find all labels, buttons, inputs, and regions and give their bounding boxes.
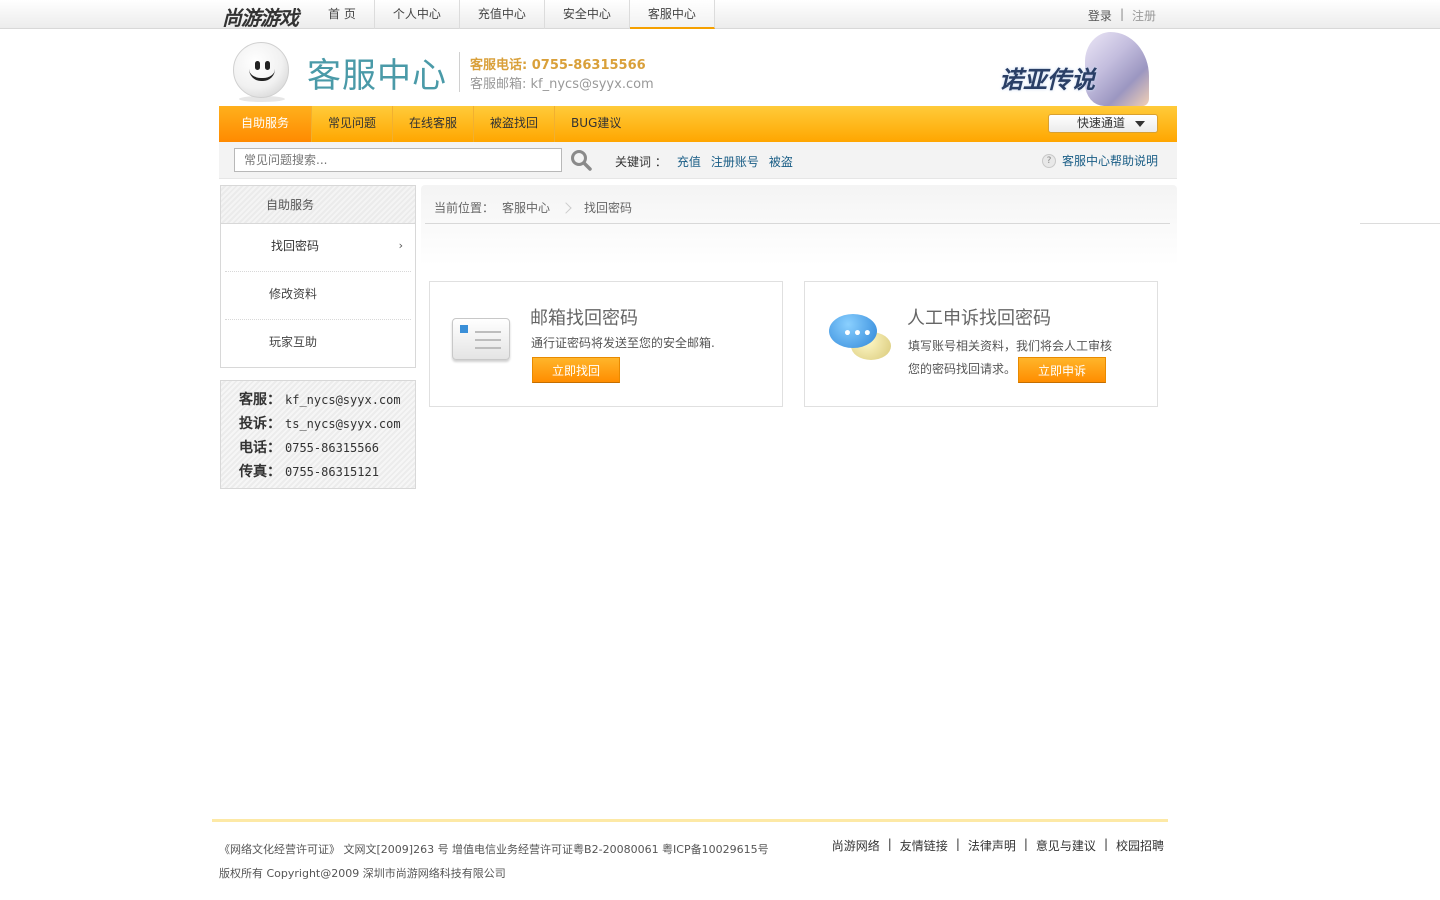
sidebar-item-edit-profile[interactable]: 修改资料 — [225, 272, 411, 320]
search-icon[interactable] — [570, 149, 592, 171]
keywords-label: 关键词 ： — [615, 155, 667, 169]
contact-fax: 传真： 0755-86315121 — [239, 464, 379, 480]
breadcrumb-label: 当前位置： — [434, 201, 495, 215]
divider: | — [1023, 837, 1028, 851]
service-header: 客服中心 客服电话: 0755-86315566 客服邮箱: kf_nycs@s… — [219, 30, 1177, 106]
chevron-down-icon — [1135, 121, 1145, 127]
breadcrumb-chevron-icon — [560, 201, 572, 214]
footer-link-company[interactable]: 尚游网络 — [832, 837, 880, 854]
contact-box: 客服： kf_nycs@syyx.com 投诉： ts_nycs@syyx.com … — [220, 380, 416, 489]
sidebar-item-player-help[interactable]: 玩家互助 — [225, 320, 411, 368]
game-logo-text: 诺亚传说 — [999, 65, 1095, 94]
chat-bubbles-icon: ••• — [829, 314, 895, 366]
footer-links: 尚游网络 | 友情链接 | 法律声明 | 意见与建议 | 校园招聘 — [832, 837, 1164, 854]
footer-copyright: 版权所有 Copyright@2009 深圳市尚游网络科技有限公司 — [219, 867, 506, 880]
contact-service: 客服： kf_nycs@syyx.com — [239, 392, 401, 408]
footer-legal: 《网络文化经营许可证》 文网文[2009]263 号 增值电信业务经营许可证粤B… — [219, 838, 769, 886]
top-nav-home[interactable]: 首 页 — [310, 0, 375, 29]
register-link[interactable]: 注册 — [1132, 7, 1156, 24]
site-logo[interactable]: 尚游游戏 — [222, 2, 299, 31]
keyword-recharge[interactable]: 充值 — [677, 153, 701, 170]
keyword-register[interactable]: 注册账号 — [711, 153, 759, 170]
chevron-right-icon: › — [398, 239, 403, 252]
top-nav-personal[interactable]: 个人中心 — [375, 0, 460, 29]
menu-self-service[interactable]: 自助服务 — [219, 106, 312, 142]
help-link[interactable]: ? 客服中心帮助说明 — [1041, 152, 1158, 169]
menu-bug-report[interactable]: BUG建议 — [555, 106, 637, 142]
footer-divider — [212, 819, 1168, 822]
divider: | — [887, 837, 892, 851]
footer-link-legal[interactable]: 法律声明 — [968, 837, 1016, 854]
divider: | — [955, 837, 960, 851]
top-nav-security[interactable]: 安全中心 — [545, 0, 630, 29]
quick-access-dropdown[interactable]: 快速通道 — [1048, 114, 1158, 133]
page-title: 客服中心 — [307, 56, 447, 96]
breadcrumb-current: 找回密码 — [584, 201, 633, 215]
appeal-now-button[interactable]: 立即申诉 — [1018, 357, 1106, 383]
recover-now-button[interactable]: 立即找回 — [532, 357, 620, 383]
email-recovery-card: 邮箱找回密码 通行证密码将发送至您的安全邮箱. 立即找回 — [429, 281, 783, 407]
menu-online-service[interactable]: 在线客服 — [393, 106, 475, 142]
smiley-icon — [233, 42, 289, 98]
appeal-recovery-card: ••• 人工申诉找回密码 填写账号相关资料，我们将会人工审核 您的密码找回请求。… — [804, 281, 1158, 407]
keyword-theft[interactable]: 被盗 — [769, 153, 793, 170]
login-link[interactable]: 登录 — [1088, 7, 1112, 24]
card-description: 您的密码找回请求。 — [908, 362, 1017, 376]
account-links: 登录 | 注册 — [1088, 7, 1156, 24]
contact-phone: 电话： 0755-86315566 — [239, 440, 379, 456]
card-description: 通行证密码将发送至您的安全邮箱. — [531, 336, 715, 350]
footer-license: 《网络文化经营许可证》 文网文[2009]263 号 增值电信业务经营许可证粤B… — [219, 843, 769, 856]
question-icon: ? — [1041, 153, 1056, 168]
sidebar-heading: 自助服务 — [221, 186, 415, 224]
service-phone: 客服电话: 0755-86315566 — [470, 58, 646, 73]
divider: | — [1103, 837, 1108, 851]
decorative-line — [1360, 223, 1440, 224]
divider: | — [1119, 7, 1124, 21]
faq-search-input[interactable] — [234, 148, 562, 172]
footer-link-campus[interactable]: 校园招聘 — [1116, 837, 1164, 854]
service-email: 客服邮箱: kf_nycs@syyx.com — [470, 77, 654, 92]
sidebar-item-label: 找回密码 — [271, 239, 320, 253]
quick-access-label: 快速通道 — [1077, 116, 1126, 130]
sidebar: 自助服务 找回密码 › 修改资料 玩家互助 — [220, 185, 416, 368]
footer-link-friends[interactable]: 友情链接 — [900, 837, 948, 854]
breadcrumb-divider — [425, 223, 1170, 224]
main-panel: 当前位置： 客服中心 找回密码 — [421, 185, 1177, 265]
contact-complaint: 投诉： ts_nycs@syyx.com — [239, 416, 401, 432]
mail-icon — [452, 318, 510, 360]
menu-theft-recovery[interactable]: 被盗找回 — [474, 106, 556, 142]
search-keywords: 关键词 ： 充值 注册账号 被盗 — [615, 153, 793, 170]
top-bar: 尚游游戏 首 页 个人中心 充值中心 安全中心 客服中心 登录 | 注册 — [0, 0, 1440, 31]
menu-faq[interactable]: 常见问题 — [312, 106, 394, 142]
top-nav-service[interactable]: 客服中心 — [629, 0, 715, 29]
card-title: 人工申诉找回密码 — [907, 308, 1051, 329]
sidebar-item-recover-password[interactable]: 找回密码 › — [225, 224, 411, 272]
game-logo[interactable]: 诺亚传说 — [997, 30, 1167, 106]
service-menu: 自助服务 常见问题 在线客服 被盗找回 BUG建议 快速通道 — [219, 106, 1177, 142]
header-divider — [459, 52, 460, 92]
breadcrumb-home[interactable]: 客服中心 — [502, 199, 550, 216]
card-description: 填写账号相关资料，我们将会人工审核 — [908, 339, 1113, 353]
help-label: 客服中心帮助说明 — [1061, 154, 1158, 168]
top-nav-recharge[interactable]: 充值中心 — [460, 0, 545, 29]
card-title: 邮箱找回密码 — [530, 308, 638, 329]
search-row: 关键词 ： 充值 注册账号 被盗 ? 客服中心帮助说明 — [219, 142, 1177, 179]
footer-link-feedback[interactable]: 意见与建议 — [1036, 837, 1096, 854]
top-nav: 首 页 个人中心 充值中心 安全中心 客服中心 — [310, 0, 715, 29]
breadcrumb: 当前位置： 客服中心 找回密码 — [434, 199, 632, 216]
